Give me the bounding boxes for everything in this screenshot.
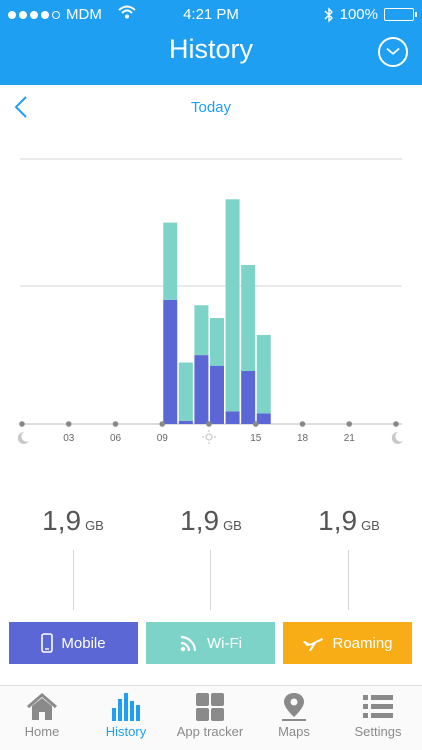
bar-hour-12-series-0 xyxy=(210,365,224,424)
roaming-filter-label: Roaming xyxy=(332,634,393,652)
airplane-icon xyxy=(303,638,324,651)
divider-line xyxy=(348,550,349,610)
tab-label: Maps xyxy=(278,724,310,739)
axis-dot xyxy=(65,421,72,427)
clock-icon[interactable] xyxy=(378,37,408,67)
axis-dot xyxy=(299,421,306,427)
axis-dot xyxy=(206,421,212,427)
x-tick-label: 09 xyxy=(157,433,169,444)
roaming-total: 1,9 GB xyxy=(279,505,419,537)
battery-icon xyxy=(384,8,417,21)
tab-label: Home xyxy=(24,724,60,739)
wifi-total-value: 1,9 xyxy=(180,505,220,536)
sun-icon xyxy=(202,430,216,444)
tab-maps[interactable]: Maps xyxy=(252,686,336,750)
grid-icon xyxy=(196,693,224,721)
bar-hour-10-series-1 xyxy=(178,362,193,421)
date-label: Today xyxy=(190,99,232,116)
axis-dot xyxy=(112,421,119,427)
moon-icon-end xyxy=(391,431,403,444)
axis-dot xyxy=(159,421,166,427)
bar-hour-9-series-0 xyxy=(163,299,178,424)
tab-app-tracker[interactable]: App tracker xyxy=(168,686,252,750)
mobile-filter-button[interactable]: Mobile xyxy=(9,622,138,664)
wifi-total-unit: GB xyxy=(223,518,242,533)
tab-history[interactable]: History xyxy=(84,686,168,750)
bar-hour-11-series-0 xyxy=(194,355,209,424)
carrier-name: MDM xyxy=(66,6,102,23)
wifi-total: 1,9 GB xyxy=(141,505,281,537)
page-title: History xyxy=(168,34,253,64)
app-header: MDM 4:21 PM 100% History xyxy=(0,0,422,85)
bar-hour-10-series-0 xyxy=(178,420,193,424)
bar-hour-13-series-1 xyxy=(225,199,240,412)
wifi-filter-label: Wi-Fi xyxy=(207,634,242,652)
phone-icon xyxy=(41,633,54,653)
usage-totals: 1,9 GB 1,9 GB 1,9 GB xyxy=(0,505,422,615)
roaming-total-unit: GB xyxy=(361,518,380,533)
bar-hour-12-series-1 xyxy=(210,318,224,366)
x-tick-label: 15 xyxy=(250,433,262,444)
wifi-status-icon xyxy=(118,5,136,19)
wifi-filter-button[interactable]: Wi-Fi xyxy=(146,622,275,664)
roaming-total-value: 1,9 xyxy=(318,505,358,536)
signal-strength-icon xyxy=(8,10,60,19)
status-bar: MDM 4:21 PM 100% xyxy=(0,0,422,30)
moon-icon-start xyxy=(17,431,29,444)
home-icon xyxy=(27,693,57,720)
bar-hour-15-series-0 xyxy=(256,413,271,424)
tab-settings[interactable]: Settings xyxy=(336,686,420,750)
x-tick-label: 18 xyxy=(297,433,309,444)
status-right: 100% xyxy=(324,6,417,23)
signal-carrier: MDM xyxy=(8,6,102,23)
tab-label: Settings xyxy=(354,724,402,739)
roaming-filter-button[interactable]: Roaming xyxy=(283,622,412,664)
mobile-total-unit: GB xyxy=(85,518,104,533)
axis-dot xyxy=(252,421,259,427)
divider-line xyxy=(73,550,74,610)
tab-bar: Home History App tracker Maps Settings xyxy=(0,685,422,750)
bar-hour-11-series-1 xyxy=(194,305,209,356)
bar-hour-14-series-0 xyxy=(241,371,256,424)
bar-chart-icon xyxy=(112,693,140,721)
bar-hour-15-series-1 xyxy=(256,334,271,414)
battery-percent: 100% xyxy=(339,6,378,23)
axis-dot xyxy=(393,421,399,427)
bluetooth-icon xyxy=(324,6,333,23)
mobile-filter-label: Mobile xyxy=(61,634,106,652)
x-tick-label: 03 xyxy=(63,433,75,444)
usage-chart: 03 06 09 15 18 21 xyxy=(17,158,403,444)
tab-home[interactable]: Home xyxy=(0,686,84,750)
wifi-signal-icon xyxy=(180,635,197,652)
bar-hour-14-series-1 xyxy=(241,265,256,371)
tab-label: History xyxy=(105,724,147,739)
x-tick-label: 21 xyxy=(344,433,356,444)
map-pin-icon xyxy=(282,693,306,721)
bar-hour-9-series-1 xyxy=(163,222,178,300)
mobile-total-value: 1,9 xyxy=(42,505,82,536)
x-tick-label: 06 xyxy=(110,433,122,444)
list-icon xyxy=(363,695,393,718)
divider-line xyxy=(210,550,211,610)
bar-hour-13-series-0 xyxy=(225,411,240,424)
tab-label: App tracker xyxy=(176,724,244,739)
axis-dot xyxy=(346,421,353,427)
axis-dot xyxy=(19,421,25,427)
mobile-total: 1,9 GB xyxy=(3,505,143,537)
